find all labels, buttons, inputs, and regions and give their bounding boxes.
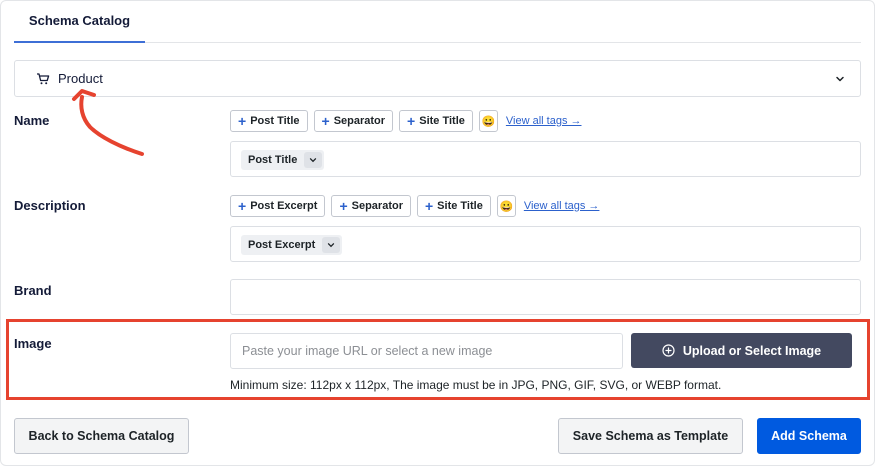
plus-icon: + [424, 198, 434, 214]
description-tag-pill[interactable]: Post Excerpt [241, 235, 343, 255]
back-to-schema-catalog-button[interactable]: Back to Schema Catalog [14, 418, 189, 454]
brand-label: Brand [14, 283, 52, 298]
description-tag-bar: + Post Excerpt + Separator + Site Title 😀 V… [230, 195, 599, 217]
tag-post-excerpt-button[interactable]: + Post Excerpt [230, 195, 326, 217]
tag-site-title-button[interactable]: + Site Title [399, 110, 473, 132]
view-all-tags-link[interactable]: View all tags → [506, 115, 582, 127]
image-size-hint: Minimum size: 112px x 112px, The image m… [230, 378, 722, 392]
brand-field[interactable] [230, 279, 861, 315]
tag-site-title-button[interactable]: + Site Title [416, 195, 491, 217]
schema-type-value: Product [58, 71, 103, 86]
tag-separator-button[interactable]: + Separator [313, 110, 394, 132]
plus-icon: + [238, 113, 247, 129]
plus-circle-icon [662, 344, 675, 357]
emoji-icon[interactable]: 😀 [496, 195, 516, 217]
plus-icon: + [238, 198, 247, 214]
plus-icon: + [321, 113, 330, 129]
image-label: Image [14, 336, 52, 351]
tag-post-title-button[interactable]: + Post Title [230, 110, 308, 132]
plus-icon: + [339, 198, 348, 214]
name-tag-bar: + Post Title + Separator + Site Title 😀 Vie… [230, 110, 582, 132]
view-all-tags-link[interactable]: View all tags → [524, 200, 600, 212]
tab-schema-catalog[interactable]: Schema Catalog [14, 0, 145, 43]
tag-separator-button[interactable]: + Separator [331, 195, 411, 217]
upload-image-button[interactable]: Upload or Select Image [631, 333, 852, 368]
name-tag-pill[interactable]: Post Title [241, 150, 325, 170]
chevron-down-icon[interactable] [304, 152, 323, 168]
description-field[interactable]: Post Excerpt [230, 226, 861, 262]
image-url-input[interactable] [230, 333, 623, 369]
description-label: Description [14, 198, 86, 213]
chevron-down-icon[interactable] [322, 237, 341, 253]
chevron-down-icon [834, 73, 846, 85]
plus-icon: + [407, 113, 416, 129]
cart-icon [36, 72, 50, 86]
save-schema-template-button[interactable]: Save Schema as Template [558, 418, 743, 454]
tab-bar: Schema Catalog [14, 0, 861, 43]
name-label: Name [14, 113, 50, 128]
schema-type-select[interactable]: Product [14, 60, 861, 97]
name-field[interactable]: Post Title [230, 141, 861, 177]
emoji-icon[interactable]: 😀 [478, 110, 498, 132]
add-schema-button[interactable]: Add Schema [757, 418, 861, 454]
